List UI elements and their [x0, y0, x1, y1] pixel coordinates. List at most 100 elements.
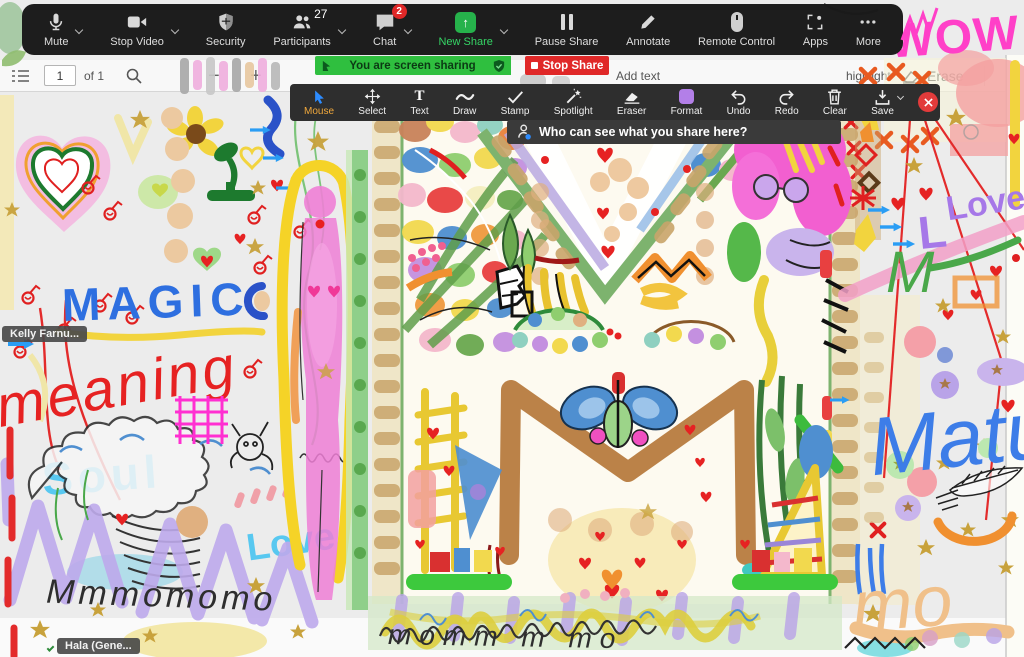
figure-doodle [282, 165, 353, 600]
tool-undo[interactable]: Undo [727, 88, 751, 117]
tool-format-label: Format [671, 106, 703, 117]
apps-button[interactable]: Apps [803, 11, 828, 48]
tool-eraser[interactable]: Eraser [617, 88, 646, 117]
save-icon [874, 88, 891, 105]
wand-icon [565, 88, 582, 105]
tool-clear-label: Clear [823, 106, 847, 117]
mute-chevron-icon[interactable] [75, 26, 83, 34]
tool-select[interactable]: Select [358, 88, 386, 117]
annotate-button[interactable]: Annotate [626, 11, 670, 48]
ellipsis-icon [856, 11, 880, 33]
pencil-icon [636, 11, 660, 33]
scribble-left: Mmmomomo [46, 573, 278, 619]
tool-draw[interactable]: Draw [453, 88, 476, 117]
tool-save-label: Save [871, 106, 894, 117]
tool-spotlight-label: Spotlight [554, 106, 593, 117]
pause-share-button[interactable]: Pause Share [535, 11, 599, 48]
cursor-icon [312, 88, 327, 105]
word-m-right: M [886, 240, 935, 305]
participants-chevron-icon[interactable] [338, 26, 346, 34]
stop-video-chevron-icon[interactable] [171, 26, 179, 34]
tool-eraser-label: Eraser [617, 106, 646, 117]
green-strip [346, 150, 368, 610]
redo-icon [778, 88, 795, 105]
new-share-button[interactable]: ↑ New Share [438, 11, 506, 48]
annotator-tag-hala: Hala (Gene... [57, 638, 140, 654]
chat-chevron-icon[interactable] [403, 26, 411, 34]
security-button[interactable]: Security [206, 11, 246, 48]
word-mo-bottom: mo [850, 560, 955, 647]
tooltip-text: Who can see what you share here? [539, 125, 747, 139]
squiggle-icon [455, 88, 475, 105]
save-chevron-icon[interactable] [897, 93, 904, 100]
word-wow: WOW [887, 7, 1021, 69]
share-screen-icon: ↑ [454, 11, 478, 33]
pause-icon [555, 11, 579, 33]
remote-mouse-icon [725, 11, 749, 33]
scribble-bottom: momm m mo [388, 619, 624, 654]
new-share-chevron-icon[interactable] [500, 26, 508, 34]
tool-text[interactable]: T Text [410, 88, 428, 117]
tool-mouse[interactable]: Mouse [304, 88, 334, 117]
sharing-message: You are screen sharing [349, 60, 475, 72]
tool-draw-label: Draw [453, 106, 476, 117]
tool-stamp[interactable]: Stamp [501, 88, 530, 117]
stop-video-button[interactable]: Stop Video [110, 11, 178, 48]
chat-button[interactable]: 2 Chat [373, 11, 411, 48]
camera-icon [125, 11, 149, 33]
yellow-underline [58, 331, 262, 337]
chat-unread-badge: 2 [392, 4, 407, 19]
central-artwork-panel [372, 110, 860, 612]
tool-redo[interactable]: Redo [775, 88, 799, 117]
participants-label: Participants [273, 36, 330, 48]
word-magic-group: MAGIC [58, 273, 262, 338]
annotate-label: Annotate [626, 36, 670, 48]
close-annotation-button[interactable] [918, 92, 938, 112]
stop-video-label: Stop Video [110, 36, 164, 48]
chat-icon: 2 [373, 11, 397, 33]
tool-text-label: Text [410, 106, 428, 117]
stop-square-icon [531, 62, 538, 69]
tool-clear[interactable]: Clear [823, 88, 847, 117]
participants-count: 27 [314, 7, 327, 21]
tool-save[interactable]: Save [871, 88, 894, 117]
shield-check-icon [493, 60, 505, 72]
eraser-icon [623, 88, 641, 105]
new-share-label: New Share [438, 36, 492, 48]
share-visibility-tooltip: Who can see what you share here? [507, 120, 841, 144]
trash-icon [827, 88, 842, 105]
stop-share-button[interactable]: Stop Share [525, 56, 609, 75]
word-magic: MAGIC [61, 273, 251, 332]
more-label: More [856, 36, 881, 48]
check-icon [507, 88, 524, 105]
pause-share-label: Pause Share [535, 36, 599, 48]
apps-icon [803, 11, 827, 33]
tool-format[interactable]: Format [671, 88, 703, 117]
stop-share-label: Stop Share [543, 60, 604, 72]
tool-redo-label: Redo [775, 106, 799, 117]
participants-icon: 27 [290, 11, 314, 33]
tool-spotlight[interactable]: Spotlight [554, 88, 593, 117]
tool-mouse-label: Mouse [304, 106, 334, 117]
sharing-status-pill: You are screen sharing [315, 56, 511, 75]
mute-label: Mute [44, 36, 68, 48]
format-color-swatch-icon [679, 89, 694, 104]
annotator-tag-kelly: Kelly Farnu... [2, 326, 87, 342]
tool-undo-label: Undo [727, 106, 751, 117]
participants-button[interactable]: 27 Participants [273, 11, 344, 48]
annotation-toolbar: Mouse Select T Text Draw Stamp [290, 84, 940, 121]
chat-label: Chat [373, 36, 396, 48]
tool-select-label: Select [358, 106, 386, 117]
word-matu: Matu [865, 384, 1024, 494]
screen-sharing-banner: You are screen sharing Stop Share [315, 56, 609, 75]
undo-icon [730, 88, 747, 105]
move-icon [364, 88, 381, 105]
remote-control-button[interactable]: Remote Control [698, 11, 775, 48]
remote-control-label: Remote Control [698, 36, 775, 48]
mute-button[interactable]: Mute [44, 11, 82, 48]
more-button[interactable]: More [856, 11, 881, 48]
apps-label: Apps [803, 36, 828, 48]
meeting-toolbar: Mute Stop Video Security [22, 4, 903, 55]
security-label: Security [206, 36, 246, 48]
shield-icon [214, 11, 238, 33]
